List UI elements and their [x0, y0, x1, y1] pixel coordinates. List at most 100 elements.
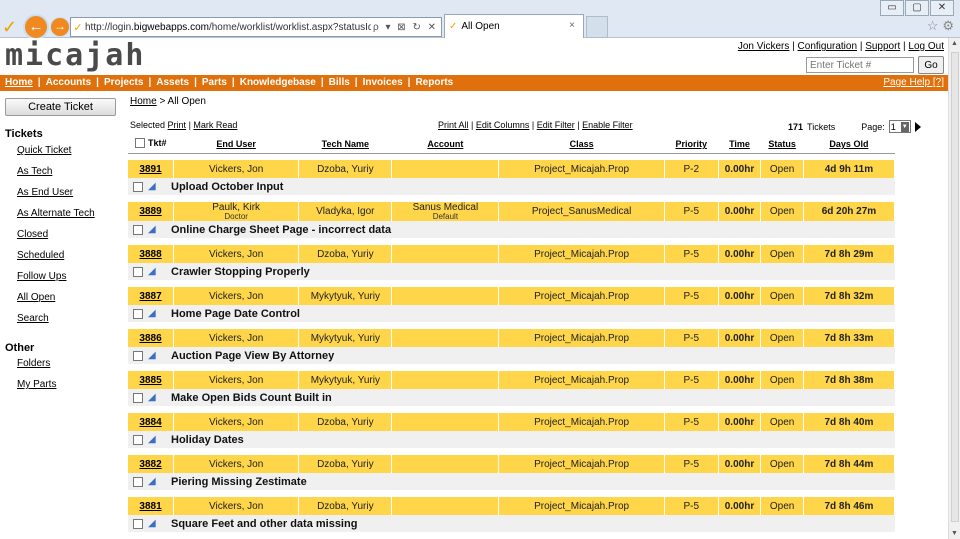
ticket-subject[interactable]: Online Charge Sheet Page - incorrect dat… [171, 224, 391, 236]
favorites-star-icon[interactable]: ☆ [927, 18, 939, 34]
print-all-link[interactable]: Print All [438, 120, 469, 130]
table-row[interactable]: 3886 Vickers, Jon Mykytyuk, Yuriy Project_M… [128, 329, 896, 347]
nav-home[interactable]: Home [5, 77, 33, 88]
browser-tab[interactable]: ✓ All Open × [444, 14, 584, 38]
tab-close-icon[interactable]: × [569, 20, 575, 31]
nav-accounts[interactable]: Accounts [46, 77, 92, 88]
ticket-subject[interactable]: Piering Missing Zestimate [171, 476, 307, 488]
row-checkbox[interactable] [133, 350, 143, 361]
logout-link[interactable]: Log Out [908, 41, 944, 52]
table-row[interactable]: 3885 Vickers, Jon Mykytyuk, Yuriy Project_M… [128, 371, 896, 389]
row-checkbox[interactable] [133, 434, 143, 445]
row-checkbox[interactable] [133, 181, 143, 192]
ticket-subject[interactable]: Home Page Date Control [171, 308, 300, 320]
back-arrow-icon[interactable]: ← [23, 14, 49, 40]
scroll-up-icon[interactable]: ▲ [951, 40, 958, 47]
sidebar-item-all-open[interactable]: All Open [17, 292, 55, 303]
row-checkbox[interactable] [133, 392, 143, 403]
ticket-number-link[interactable]: 3886 [139, 333, 161, 344]
ticket-number-link[interactable]: 3891 [139, 164, 161, 175]
table-row[interactable]: 3891 Vickers, Jon Dzoba, Yuriy Project_Mica… [128, 160, 896, 178]
scroll-down-icon[interactable]: ▼ [951, 530, 958, 537]
col-header-end-user[interactable]: End User [173, 136, 299, 154]
next-page-icon[interactable] [914, 121, 921, 132]
sidebar-item-my-parts[interactable]: My Parts [17, 379, 56, 390]
edit-columns-link[interactable]: Edit Columns [476, 120, 530, 130]
ticket-number-link[interactable]: 3881 [139, 501, 161, 512]
nav-assets[interactable]: Assets [156, 77, 189, 88]
col-header-status[interactable]: Status [760, 136, 804, 154]
configuration-link[interactable]: Configuration [798, 41, 857, 52]
ticket-number-input[interactable] [806, 57, 914, 73]
table-row[interactable]: 3887 Vickers, Jon Mykytyuk, Yuriy Project_M… [128, 287, 896, 305]
scrollbar-thumb[interactable] [951, 52, 959, 522]
tag-icon[interactable]: ◢ [148, 181, 158, 192]
tag-icon[interactable]: ◢ [148, 224, 158, 235]
ticket-subject[interactable]: Crawler Stopping Properly [171, 266, 310, 278]
ticket-number-link[interactable]: 3884 [139, 417, 161, 428]
address-bar[interactable]: ✓ http://login.bigwebapps.com/home/workl… [70, 17, 442, 37]
sidebar-item-quick-ticket[interactable]: Quick Ticket [17, 145, 71, 156]
sidebar-item-search[interactable]: Search [17, 313, 49, 324]
breadcrumb-home-link[interactable]: Home [130, 96, 157, 107]
col-header-class[interactable]: Class [498, 136, 665, 154]
ticket-subject[interactable]: Square Feet and other data missing [171, 518, 357, 530]
row-checkbox[interactable] [133, 308, 143, 319]
go-button[interactable]: Go [918, 56, 944, 74]
nav-projects[interactable]: Projects [104, 77, 143, 88]
sidebar-item-as-tech[interactable]: As Tech [17, 166, 52, 177]
tag-icon[interactable]: ◢ [148, 308, 158, 319]
sidebar-item-folders[interactable]: Folders [17, 358, 50, 369]
sidebar-item-as-alternate-tech[interactable]: As Alternate Tech [17, 208, 95, 219]
edit-filter-link[interactable]: Edit Filter [537, 120, 575, 130]
col-header-tech-name[interactable]: Tech Name [298, 136, 392, 154]
ticket-subject[interactable]: Upload October Input [171, 181, 283, 193]
maximize-button[interactable]: ▢ [905, 0, 929, 16]
ticket-number-link[interactable]: 3885 [139, 375, 161, 386]
col-header-days-old[interactable]: Days Old [803, 136, 895, 154]
table-row[interactable]: 3881 Vickers, Jon Dzoba, Yuriy Project_Mica… [128, 497, 896, 515]
print-selected-link[interactable]: Print [168, 120, 187, 130]
tag-icon[interactable]: ◢ [148, 476, 158, 487]
tag-icon[interactable]: ◢ [148, 434, 158, 445]
page-help-link[interactable]: Page Help [?] [883, 75, 944, 91]
address-tools-icons[interactable]: ρ ▾ ⊠ ↻ ✕ [371, 22, 441, 33]
address-url[interactable]: http://login.bigwebapps.com/home/worklis… [85, 22, 371, 33]
col-header-tkt[interactable]: Tkt# [128, 136, 174, 154]
nav-reports[interactable]: Reports [415, 77, 453, 88]
nav-knowledgebase[interactable]: Knowledgebase [240, 77, 316, 88]
ticket-number-link[interactable]: 3888 [139, 249, 161, 260]
enable-filter-link[interactable]: Enable Filter [582, 120, 633, 130]
page-select[interactable]: 1 ▼ [888, 120, 911, 133]
row-checkbox[interactable] [133, 266, 143, 277]
support-link[interactable]: Support [865, 41, 900, 52]
sidebar-item-closed[interactable]: Closed [17, 229, 48, 240]
ticket-number-link[interactable]: 3889 [139, 206, 161, 217]
minimize-button[interactable]: ▭ [880, 0, 904, 16]
create-ticket-button[interactable]: Create Ticket [5, 98, 116, 116]
row-checkbox[interactable] [133, 476, 143, 487]
select-all-checkbox[interactable] [135, 138, 146, 149]
ticket-number-link[interactable]: 3882 [139, 459, 161, 470]
col-header-time[interactable]: Time [718, 136, 761, 154]
tag-icon[interactable]: ◢ [148, 266, 158, 277]
sidebar-item-scheduled[interactable]: Scheduled [17, 250, 64, 261]
col-header-account[interactable]: Account [391, 136, 499, 154]
forward-arrow-icon[interactable]: → [50, 17, 70, 37]
table-row[interactable]: 3884 Vickers, Jon Dzoba, Yuriy Project_Mica… [128, 413, 896, 431]
tag-icon[interactable]: ◢ [148, 518, 158, 529]
row-checkbox[interactable] [133, 224, 143, 235]
page-scrollbar[interactable]: ▲ ▼ [948, 38, 960, 539]
col-header-priority[interactable]: Priority [664, 136, 719, 154]
mark-read-link[interactable]: Mark Read [193, 120, 237, 130]
new-tab-button[interactable] [586, 16, 608, 38]
ticket-subject[interactable]: Holiday Dates [171, 434, 244, 446]
table-row[interactable]: 3882 Vickers, Jon Dzoba, Yuriy Project_Mica… [128, 455, 896, 473]
table-row[interactable]: 3889 Paulk, Kirk Doctor Vladyka, Igor Sanus … [128, 202, 896, 221]
user-name-link[interactable]: Jon Vickers [738, 41, 790, 52]
sidebar-item-follow-ups[interactable]: Follow Ups [17, 271, 66, 282]
nav-invoices[interactable]: Invoices [363, 77, 403, 88]
close-window-button[interactable]: ✕ [930, 0, 954, 16]
ticket-subject[interactable]: Auction Page View By Attorney [171, 350, 334, 362]
settings-gear-icon[interactable]: ⚙ [942, 18, 954, 34]
